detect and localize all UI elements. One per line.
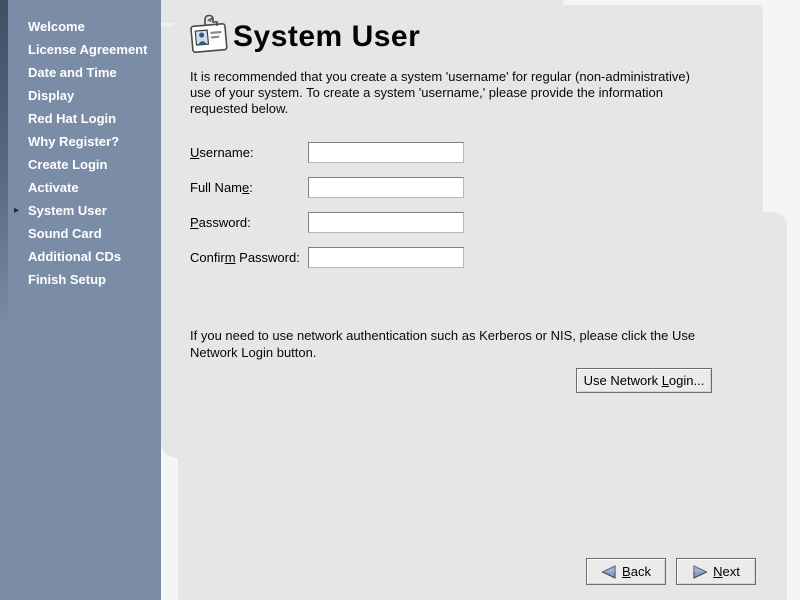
intro-text: It is recommended that you create a syst… [190, 69, 706, 117]
sidebar-item-label: Sound Card [28, 226, 102, 241]
lower-panel [178, 212, 787, 600]
sidebar-item-welcome[interactable]: Welcome [0, 15, 161, 38]
password-label: Password: [190, 215, 251, 230]
page-title: System User [233, 20, 420, 54]
network-auth-text: If you need to use network authenticatio… [190, 327, 706, 361]
sidebar-item-finish-setup[interactable]: Finish Setup [0, 268, 161, 291]
form-row-confirm-password: Confirm Password: [190, 247, 630, 268]
sidebar-item-label: System User [28, 203, 107, 218]
sidebar-item-date-and-time[interactable]: Date and Time [0, 61, 161, 84]
sidebar-item-additional-cds[interactable]: Additional CDs [0, 245, 161, 268]
confirm-password-label: Confirm Password: [190, 250, 300, 265]
back-button[interactable]: Back [586, 558, 666, 585]
use-network-login-button[interactable]: Use Network Login... [576, 368, 712, 393]
id-badge-icon [188, 13, 230, 58]
password-field[interactable] [308, 212, 464, 233]
username-field[interactable] [308, 142, 464, 163]
button-label: Use Network Login... [584, 373, 705, 388]
sidebar-nav: Welcome License Agreement Date and Time Dis… [0, 15, 161, 291]
sidebar-item-why-register[interactable]: Why Register? [0, 130, 161, 153]
sidebar-connector-line [161, 23, 174, 26]
sidebar-item-display[interactable]: Display [0, 84, 161, 107]
form-row-password: Password: [190, 212, 630, 233]
sidebar-item-red-hat-login[interactable]: Red Hat Login [0, 107, 161, 130]
next-arrow-icon [692, 565, 708, 579]
firstboot-window: Welcome License Agreement Date and Time Dis… [0, 0, 800, 600]
username-label: Username: [190, 145, 254, 160]
sidebar-item-sound-card[interactable]: Sound Card [0, 222, 161, 245]
sidebar-item-label: License Agreement [28, 42, 147, 57]
back-arrow-icon [601, 565, 617, 579]
sidebar-item-label: Create Login [28, 157, 107, 172]
content-area: System User It is recommended that you c… [161, 0, 800, 600]
fullname-label: Full Name: [190, 180, 253, 195]
sidebar-item-create-login[interactable]: Create Login [0, 153, 161, 176]
fullname-field[interactable] [308, 177, 464, 198]
sidebar-item-label: Additional CDs [28, 249, 121, 264]
sidebar-item-label: Display [28, 88, 74, 103]
sidebar-item-activate[interactable]: Activate [0, 176, 161, 199]
step-sidebar: Welcome License Agreement Date and Time Dis… [0, 0, 161, 600]
sidebar-item-label: Activate [28, 180, 79, 195]
sidebar-item-system-user[interactable]: ▸System User [0, 199, 161, 222]
sidebar-item-label: Why Register? [28, 134, 119, 149]
active-step-arrow-icon: ▸ [14, 199, 26, 222]
sidebar-item-label: Date and Time [28, 65, 117, 80]
form-row-fullname: Full Name: [190, 177, 630, 198]
sidebar-item-label: Red Hat Login [28, 111, 116, 126]
sidebar-item-label: Welcome [28, 19, 85, 34]
button-label: Back [622, 564, 651, 579]
next-button[interactable]: Next [676, 558, 756, 585]
button-label: Next [713, 564, 740, 579]
sidebar-item-label: Finish Setup [28, 272, 106, 287]
confirm-password-field[interactable] [308, 247, 464, 268]
form-row-username: Username: [190, 142, 630, 163]
sidebar-item-license-agreement[interactable]: License Agreement [0, 38, 161, 61]
